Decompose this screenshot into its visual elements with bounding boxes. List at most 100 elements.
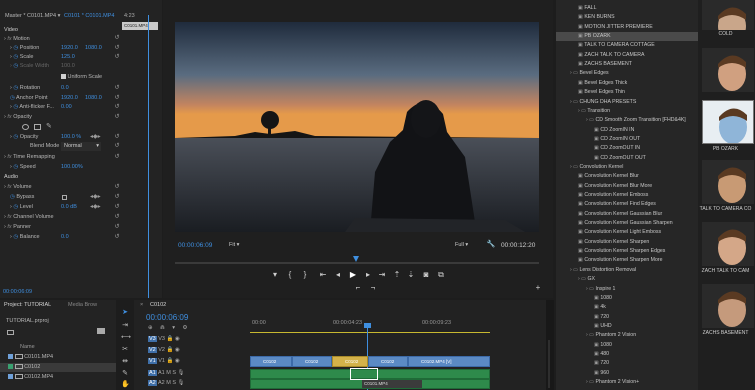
effect-preset[interactable]: ▣ Convolution Kernel Gaussian Blur xyxy=(556,210,698,219)
folder-icon[interactable] xyxy=(97,328,105,334)
effect-preset[interactable]: ▣ PB OZARK xyxy=(556,32,698,42)
ec-sequence-label[interactable]: C0101 * C0101.MP4 xyxy=(64,12,114,21)
timeline-tab[interactable]: C0102 xyxy=(150,301,166,310)
reset-icon[interactable]: ↺ xyxy=(113,35,121,42)
reset-icon[interactable]: ↺ xyxy=(113,95,121,102)
effect-preset[interactable]: ▣ CD ZoomIN IN xyxy=(556,126,698,135)
reset-icon[interactable]: ↺ xyxy=(113,184,121,191)
pen-tool-icon[interactable]: ✎ xyxy=(121,370,129,378)
program-video-frame[interactable] xyxy=(175,22,539,232)
ec-opacity-value[interactable]: 100.0 % xyxy=(61,133,81,142)
effect-preset[interactable]: ▣ Convolution Kernel Emboss xyxy=(556,191,698,200)
effect-folder[interactable]: › ▭ Lens Distortion Removal xyxy=(556,266,698,275)
effect-folder[interactable]: › ▭ Transition xyxy=(556,107,698,116)
reset-icon[interactable]: ↺ xyxy=(113,204,121,211)
effect-preset[interactable]: ▣ 480 xyxy=(556,350,698,359)
ec-channel-volume-row[interactable]: › fx Channel Volume xyxy=(4,213,54,222)
preset-thumbnail[interactable] xyxy=(702,284,754,328)
bin-icon[interactable] xyxy=(7,330,14,335)
track-header-a2[interactable]: A2 A2 M S 🎙 xyxy=(148,379,248,388)
keyframe-nav-icon[interactable]: ◂◆▸ xyxy=(90,194,101,201)
name-column-header[interactable]: Name xyxy=(20,343,35,352)
effect-preset[interactable]: ▣ ZACHS BASEMENT xyxy=(556,60,698,69)
effect-preset[interactable]: ▣ CD ZoomOUT IN xyxy=(556,144,698,153)
ec-playhead[interactable] xyxy=(148,15,152,298)
selection-tool-icon[interactable]: ➤ xyxy=(121,309,129,317)
effect-preset[interactable]: ▣ Convolution Kernel Gaussian Sharpen xyxy=(556,219,698,228)
effect-folder[interactable]: › ▭ CD Smooth Zoom Transition [FHD&4K] xyxy=(556,116,698,125)
ec-panner-row[interactable]: › fx Panner xyxy=(4,223,31,232)
effect-preset[interactable]: ▣ 720 xyxy=(556,313,698,322)
ec-anchor-y[interactable]: 1080.0 xyxy=(85,94,102,103)
ec-anchor-x[interactable]: 1920.0 xyxy=(61,94,78,103)
reset-icon[interactable]: ↺ xyxy=(113,54,121,61)
ec-opacity-row[interactable]: › fx Opacity xyxy=(4,113,32,122)
effect-preset[interactable]: ▣ Convolution Kernel Sharpen More xyxy=(556,256,698,265)
video-clip[interactable]: C0102 xyxy=(250,356,292,367)
project-item[interactable]: C0102.MP4 xyxy=(0,373,116,382)
reset-icon[interactable]: ↺ xyxy=(113,85,121,92)
preset-thumbnail[interactable] xyxy=(702,160,754,204)
effect-preset[interactable]: ▣ 4k xyxy=(556,303,698,312)
preset-thumbnail[interactable] xyxy=(702,48,754,92)
project-tab[interactable]: Project: TUTORIAL xyxy=(4,301,51,310)
ec-bypass-checkbox[interactable] xyxy=(62,195,67,200)
effect-preset[interactable]: ▣ Bevel Edges Thin xyxy=(556,88,698,97)
project-item[interactable]: C0101.MP4 xyxy=(0,353,116,362)
extract-icon[interactable]: ⇣ xyxy=(406,270,416,280)
trim-out-icon[interactable]: ¬ xyxy=(368,283,378,293)
mark-in-icon[interactable]: { xyxy=(285,270,295,280)
effect-preset[interactable]: ▣ MOTION JITTER PREMIERE xyxy=(556,23,698,32)
effect-preset[interactable]: ▣ Convolution Kernel Blur xyxy=(556,172,698,181)
project-item[interactable]: C0102 xyxy=(0,363,116,372)
compare-icon[interactable]: ⧉ xyxy=(436,270,446,280)
effect-preset[interactable]: ▣ CD ZoomOUT OUT xyxy=(556,154,698,163)
trim-icon[interactable]: ⌐ xyxy=(353,283,363,293)
effect-preset[interactable]: ▣ TALK TO CAMERA COTTAGE xyxy=(556,41,698,50)
quality-select[interactable]: Full ▾ xyxy=(455,241,481,250)
effect-folder[interactable]: › ▭ Bevel Edges xyxy=(556,69,698,78)
effect-folder[interactable]: › ▭ Phantom 2 Vision+ xyxy=(556,378,698,387)
effect-preset[interactable]: ▣ Convolution Kernel Find Edges xyxy=(556,200,698,209)
ec-position-y[interactable]: 1080.0 xyxy=(85,44,102,53)
slip-tool-icon[interactable]: ⇹ xyxy=(121,358,129,366)
reset-icon[interactable]: ↺ xyxy=(113,114,121,121)
preset-thumbnail[interactable] xyxy=(702,0,754,30)
effect-preset[interactable]: ▣ CD ZoomIN OUT xyxy=(556,135,698,144)
ec-position-x[interactable]: 1920.0 xyxy=(61,44,78,53)
track-header-v2[interactable]: V2 V2 🔒 ◉ xyxy=(148,346,248,355)
mark-out-icon[interactable]: } xyxy=(300,270,310,280)
effect-folder[interactable]: › ▭ Phantom 2 Vision xyxy=(556,331,698,340)
effect-preset[interactable]: ▣ Convolution Kernel Sharpen Edges xyxy=(556,247,698,256)
video-clip[interactable]: C0102 xyxy=(292,356,332,367)
ec-balance-value[interactable]: 0.0 xyxy=(61,233,69,242)
ec-source-label[interactable]: Master * C0101.MP4 ▾ xyxy=(5,12,60,21)
reset-icon[interactable]: ↺ xyxy=(113,104,121,111)
program-timecode[interactable]: 00:00:06:09 xyxy=(178,241,212,250)
effect-preset[interactable]: ▣ Convolution Kernel Sharpen xyxy=(556,238,698,247)
effect-preset[interactable]: ▣ Convolution Kernel Light Emboss xyxy=(556,228,698,237)
razor-tool-icon[interactable]: ✂ xyxy=(121,346,129,354)
timeline-toolbar-icons[interactable]: ⊕ ⋒ ▾ ⚙ xyxy=(148,324,191,333)
effect-preset[interactable]: ▣ ZACH TALK TO CAMERA xyxy=(556,51,698,60)
step-forward-icon[interactable]: ▸ xyxy=(363,270,373,280)
ripple-edit-icon[interactable]: ⟷ xyxy=(121,334,131,342)
add-button-icon[interactable]: + xyxy=(533,283,543,293)
camera-icon[interactable]: ◙ xyxy=(421,270,431,280)
ec-blend-select[interactable]: Normal ▾ xyxy=(61,142,101,151)
play-icon[interactable]: ▶ xyxy=(348,270,358,280)
preset-thumbnail[interactable] xyxy=(702,222,754,266)
lift-icon[interactable]: ⇡ xyxy=(392,270,402,280)
timeline-timecode[interactable]: 00:00:06:09 xyxy=(146,313,188,322)
ec-level-value[interactable]: 0.0 dB xyxy=(61,203,77,212)
video-clip[interactable]: C0102 xyxy=(368,356,408,367)
reset-icon[interactable]: ↺ xyxy=(113,234,121,241)
ec-antiflicker-value[interactable]: 0.00 xyxy=(61,103,72,112)
effect-folder[interactable]: › ▭ Convolution Kernel xyxy=(556,163,698,172)
ec-volume-row[interactable]: › fx Volume xyxy=(4,183,32,192)
effect-preset[interactable]: ▣ FALL xyxy=(556,4,698,13)
effect-preset[interactable]: ▣ 1080 xyxy=(556,341,698,350)
effect-folder[interactable]: › ▭ Inspire 1 xyxy=(556,285,698,294)
track-select-icon[interactable]: ⇥ xyxy=(121,322,129,330)
ec-rotation-value[interactable]: 0.0 xyxy=(61,84,69,93)
